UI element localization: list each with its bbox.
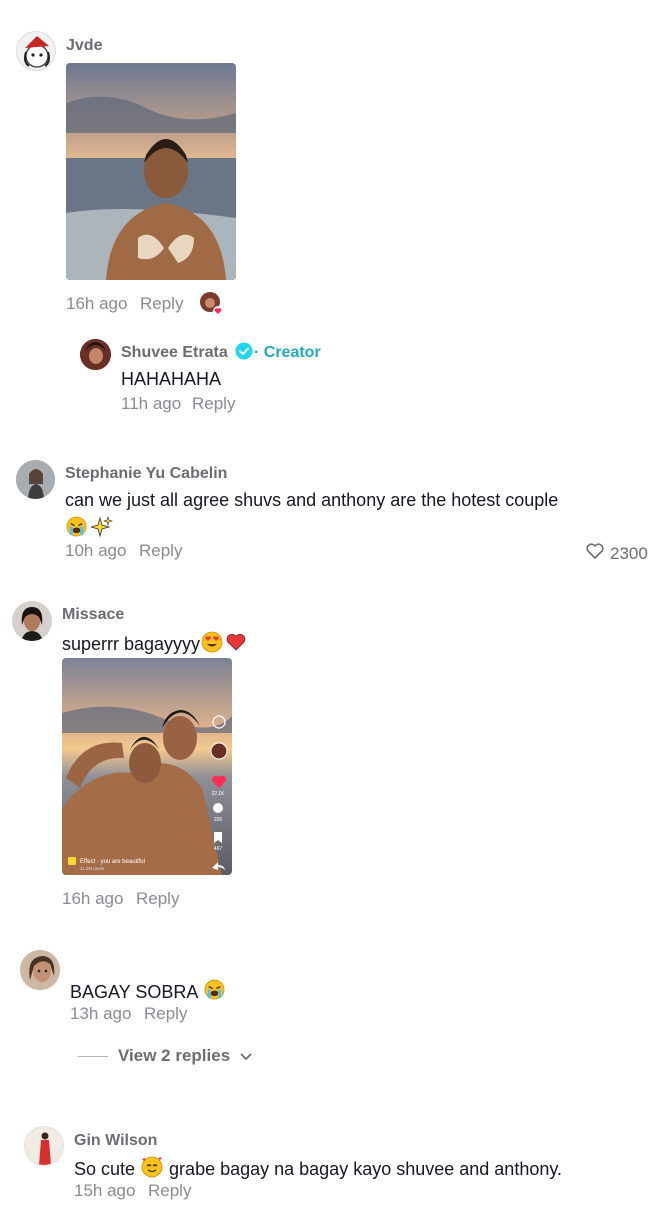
chevron-down-icon bbox=[240, 1046, 252, 1066]
comment-time: 10h ago bbox=[65, 541, 127, 560]
crying-face-icon bbox=[204, 979, 225, 1005]
comment-username[interactable]: Stephanie Yu Cabelin bbox=[65, 465, 227, 483]
reply-button[interactable]: Reply bbox=[192, 394, 235, 414]
comment-text: can we just all agree shuvs and anthony … bbox=[65, 490, 559, 510]
heart-eyes-icon bbox=[201, 631, 223, 658]
comment-time: 15h ago bbox=[74, 1181, 136, 1200]
reply-button[interactable]: Reply bbox=[148, 1181, 191, 1201]
like-count: 2300 bbox=[610, 543, 648, 563]
emoji-row bbox=[66, 516, 113, 538]
comment-username[interactable]: Missace bbox=[62, 606, 124, 624]
effect-label: Effect · you are beautiful bbox=[80, 859, 145, 865]
avatar[interactable] bbox=[16, 460, 55, 499]
save-count: 467 bbox=[214, 846, 223, 852]
comment-text-body: superrr bagayyyy bbox=[62, 634, 201, 654]
smiling-hearts-face-icon bbox=[141, 1156, 163, 1183]
like-count: 22.1K bbox=[211, 791, 225, 797]
comment-text: So cute grabe bagay na bagay kayo shuvee… bbox=[74, 1156, 562, 1183]
avatar[interactable] bbox=[20, 950, 60, 990]
red-heart-icon bbox=[226, 633, 246, 656]
divider-line bbox=[78, 1055, 108, 1057]
avatar[interactable] bbox=[24, 1126, 64, 1166]
avatar[interactable] bbox=[16, 31, 56, 71]
comment-username[interactable]: Jvde bbox=[66, 37, 102, 55]
view-replies-button[interactable]: View 2 replies bbox=[78, 1046, 252, 1066]
reply-button[interactable]: Reply bbox=[136, 889, 179, 909]
comment-text-body: BAGAY SOBRA bbox=[70, 981, 199, 1002]
comment-time: 16h ago bbox=[66, 294, 128, 313]
comment-time: 16h ago bbox=[62, 889, 124, 908]
comment-time: 13h ago bbox=[70, 1004, 132, 1023]
comment-username[interactable]: Shuvee Etrata bbox=[121, 344, 228, 362]
comment-time: 11h ago bbox=[121, 394, 182, 413]
crying-face-icon bbox=[66, 516, 87, 538]
reply-button[interactable]: Reply bbox=[139, 541, 182, 561]
avatar[interactable] bbox=[12, 601, 52, 641]
creator-liked-avatar bbox=[200, 292, 223, 316]
sparkles-icon bbox=[89, 516, 113, 538]
like-button[interactable]: 2300 bbox=[586, 543, 648, 564]
embedded-video-thumbnail[interactable]: 22.1K 206 467 Effect · you are beautiful… bbox=[62, 658, 232, 875]
comment-text: BAGAY SOBRA bbox=[70, 979, 225, 1005]
comment-text: HAHAHAHA bbox=[121, 369, 222, 389]
comment-photo[interactable] bbox=[66, 63, 236, 280]
comment-username[interactable]: Gin Wilson bbox=[74, 1132, 157, 1150]
effect-posts: 11.2M posts bbox=[80, 866, 105, 871]
reply-button[interactable]: Reply bbox=[144, 1004, 187, 1024]
comment-text: superrr bagayyyy bbox=[62, 631, 246, 658]
creator-label: · Creator bbox=[254, 344, 321, 361]
comment-text-part: So cute bbox=[74, 1159, 136, 1179]
reply-button[interactable]: Reply bbox=[140, 294, 183, 314]
avatar[interactable] bbox=[80, 339, 111, 370]
heart-outline-icon bbox=[586, 543, 604, 564]
comment-count: 206 bbox=[214, 817, 223, 823]
verified-badge-icon bbox=[235, 342, 253, 360]
view-replies-label: View 2 replies bbox=[118, 1046, 231, 1065]
comment-text-part: grabe bagay na bagay kayo shuvee and ant… bbox=[169, 1159, 563, 1179]
